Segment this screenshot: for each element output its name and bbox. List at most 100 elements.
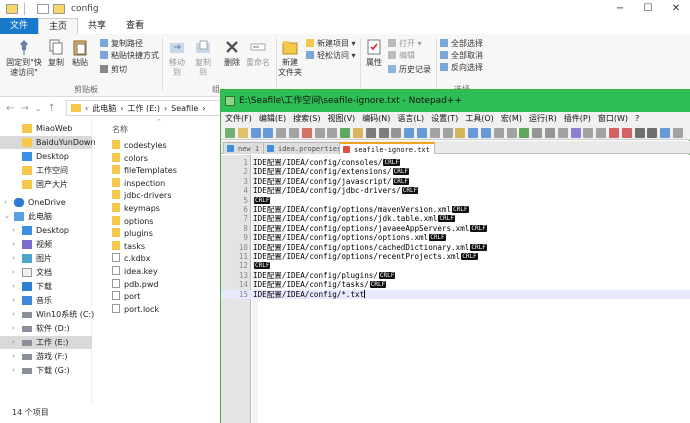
file-list-item[interactable]: port.lock <box>112 303 159 316</box>
nav-item[interactable]: MiaoWeb <box>0 122 92 135</box>
chevron-right-icon[interactable]: › <box>12 280 15 293</box>
nav-item[interactable]: ⌄ 此电脑 <box>0 210 92 223</box>
document-tab[interactable]: new 1 <box>223 142 265 154</box>
chevron-down-icon[interactable]: ⌄ <box>4 210 10 223</box>
breadcrumb[interactable]: › 此电脑 › 工作 (E:) › Seafile › <box>66 100 226 116</box>
toolbar-button-icon[interactable] <box>429 128 440 138</box>
toolbar-button-icon[interactable] <box>621 128 632 138</box>
tab-view[interactable]: 查看 <box>116 18 154 34</box>
nav-item[interactable]: › 游戏 (F:) <box>0 350 92 363</box>
menu-item[interactable]: 语言(L) <box>397 112 424 126</box>
toolbar-button-icon[interactable] <box>301 128 312 138</box>
file-list-item[interactable]: plugins <box>112 228 153 240</box>
toolbar-button-icon[interactable] <box>417 128 427 138</box>
copy-path-button[interactable]: 复制路径 <box>100 38 143 49</box>
menu-item[interactable]: 搜索(S) <box>293 112 320 126</box>
tab-file[interactable]: 文件 <box>0 18 39 34</box>
file-list-item[interactable]: colors <box>112 152 148 165</box>
quick-access-new-folder-icon[interactable] <box>53 4 65 14</box>
select-all-button[interactable]: 全部选择 <box>440 38 483 49</box>
toolbar-button-icon[interactable] <box>404 128 415 138</box>
back-arrow-icon[interactable]: ← <box>6 103 14 114</box>
menu-item[interactable]: 文件(F) <box>225 112 252 126</box>
toolbar-button-icon[interactable] <box>532 128 543 138</box>
toolbar-button-icon[interactable] <box>391 128 402 138</box>
chevron-right-icon[interactable]: › <box>12 252 15 265</box>
nav-item[interactable]: › Desktop <box>0 224 92 237</box>
toolbar-button-icon[interactable] <box>455 128 466 138</box>
chevron-right-icon[interactable]: › <box>12 294 15 307</box>
file-list-item[interactable]: tasks <box>112 240 145 253</box>
up-arrow-icon[interactable]: ↑ <box>47 103 55 114</box>
move-to-button[interactable]: 移动到 <box>166 38 188 78</box>
menu-item[interactable]: 设置(T) <box>431 112 458 126</box>
paste-shortcut-button[interactable]: 粘贴快捷方式 <box>100 50 159 61</box>
toolbar-button-icon[interactable] <box>378 128 389 138</box>
file-list-item[interactable]: idea.key <box>112 266 158 278</box>
nav-item[interactable]: 工作空间 <box>0 164 92 177</box>
menu-item[interactable]: 运行(R) <box>529 112 557 126</box>
toolbar-button-icon[interactable] <box>583 128 594 138</box>
chevron-right-icon[interactable]: › <box>4 196 7 209</box>
toolbar-button-icon[interactable] <box>237 128 248 138</box>
properties-button[interactable]: 属性 <box>364 38 384 68</box>
toolbar-button-icon[interactable] <box>596 128 607 138</box>
toolbar-button-icon[interactable] <box>327 128 338 138</box>
menu-item[interactable]: 宏(M) <box>501 112 522 126</box>
paste-button[interactable]: 粘贴 <box>70 38 90 68</box>
file-list-item[interactable]: options <box>112 215 153 228</box>
toolbar-button-icon[interactable] <box>506 128 517 138</box>
file-list-item[interactable]: c.kdbx <box>112 253 150 265</box>
chevron-right-icon[interactable]: › <box>12 364 15 377</box>
toolbar-button-icon[interactable] <box>276 128 287 138</box>
nav-item[interactable]: › OneDrive <box>0 196 92 209</box>
nav-item[interactable]: › 文档 <box>0 266 92 279</box>
chevron-right-icon[interactable]: › <box>12 350 15 363</box>
tab-home[interactable]: 主页 <box>38 18 79 34</box>
toolbar-button-icon[interactable] <box>289 128 299 138</box>
document-tab[interactable]: seafile-ignore.txt <box>339 142 435 154</box>
history-button[interactable]: 历史记录 <box>388 64 431 75</box>
toolbar-button-icon[interactable] <box>647 128 658 138</box>
open-button[interactable]: 打开 ▾ <box>388 38 422 49</box>
toolbar-button-icon[interactable] <box>353 128 363 138</box>
toolbar-button-icon[interactable] <box>250 128 261 138</box>
nav-item[interactable]: BaiduYunDown <box>0 136 96 149</box>
chevron-down-icon[interactable]: ⌄ <box>35 104 42 113</box>
select-none-button[interactable]: 全部取消 <box>440 50 483 61</box>
rename-button[interactable]: 重命名 <box>246 38 270 68</box>
toolbar-button-icon[interactable] <box>340 128 351 138</box>
toolbar-button-icon[interactable] <box>225 128 235 138</box>
toolbar-button-icon[interactable] <box>570 128 581 138</box>
chevron-right-icon[interactable]: › <box>12 322 15 335</box>
file-list-item[interactable]: jdbc-drivers <box>112 190 171 202</box>
toolbar-button-icon[interactable] <box>314 128 325 138</box>
nav-item[interactable]: › 音乐 <box>0 294 92 307</box>
forward-arrow-icon[interactable]: → <box>20 103 28 114</box>
delete-button[interactable]: 删除 <box>222 38 242 68</box>
nav-item[interactable]: › 软件 (D:) <box>0 322 92 335</box>
nav-item[interactable]: Desktop <box>0 150 92 163</box>
easy-access-button[interactable]: 轻松访问 ▾ <box>306 50 356 61</box>
new-folder-button[interactable]: 新建 文件夹 <box>278 38 302 78</box>
toolbar-button-icon[interactable] <box>634 128 645 138</box>
toolbar-button-icon[interactable] <box>557 128 568 138</box>
toolbar-button-icon[interactable] <box>673 128 683 138</box>
breadcrumb-seafile[interactable]: Seafile <box>171 104 198 113</box>
file-list-item[interactable]: keymaps <box>112 203 160 215</box>
chevron-right-icon[interactable]: › <box>12 266 15 279</box>
toolbar-button-icon[interactable] <box>519 128 530 138</box>
menu-item[interactable]: 窗口(W) <box>598 112 628 126</box>
nav-item[interactable]: › 图片 <box>0 252 92 265</box>
chevron-right-icon[interactable]: › <box>12 308 15 321</box>
chevron-right-icon[interactable]: › <box>12 224 15 237</box>
toolbar-button-icon[interactable] <box>609 128 619 138</box>
edit-button[interactable]: 编辑 <box>388 50 415 61</box>
nav-item[interactable]: › Win10系统 (C:) <box>0 308 94 321</box>
toolbar-button-icon[interactable] <box>481 128 491 138</box>
chevron-right-icon[interactable]: › <box>12 238 15 251</box>
file-list-item[interactable]: inspection <box>112 177 165 190</box>
menu-item[interactable]: 编辑(E) <box>259 112 286 126</box>
close-icon[interactable]: ✕ <box>662 0 690 18</box>
nav-item[interactable]: › 下载 (G:) <box>0 364 92 377</box>
